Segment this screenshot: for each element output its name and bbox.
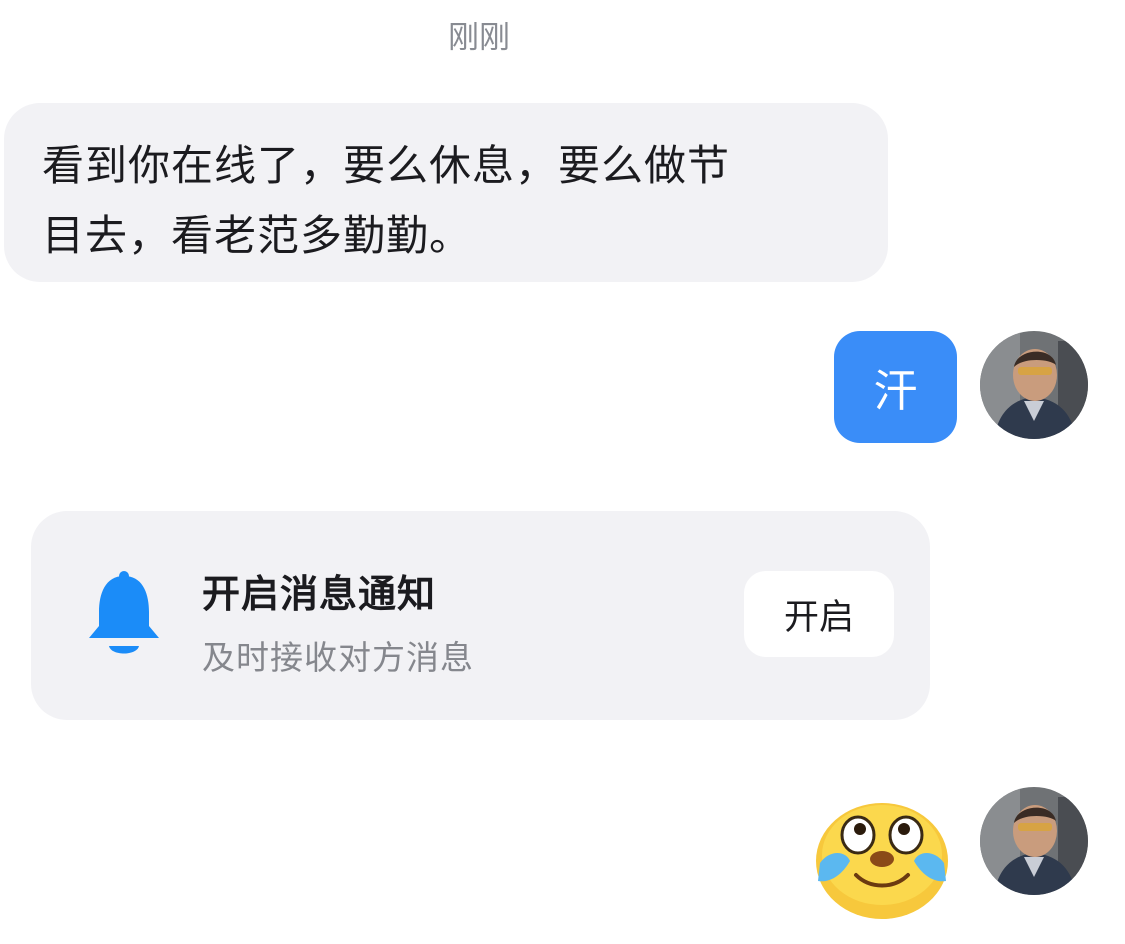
incoming-message-bubble[interactable]: 看到你在线了，要么休息，要么做节 目去，看老范多勤勤。 [4,103,888,282]
notification-title: 开启消息通知 [202,572,437,616]
outgoing-message-bubble[interactable]: 汗 [834,331,957,443]
avatar[interactable] [980,331,1088,439]
message-text: 汗 [873,366,918,417]
bell-icon [89,571,159,654]
notification-prompt-card: 开启消息通知 及时接收对方消息 开启 [31,511,930,720]
avatar[interactable] [980,787,1088,895]
user-photo [980,787,1088,895]
enable-notifications-button[interactable]: 开启 [744,571,894,657]
user-photo [980,331,1088,439]
message-line: 目去，看老范多勤勤。 [42,211,473,260]
message-timestamp: 刚刚 [448,20,510,56]
notification-subtitle: 及时接收对方消息 [202,638,474,677]
message-line: 看到你在线了，要么休息，要么做节 [42,141,731,190]
chat-screen: 刚刚 看到你在线了，要么休息，要么做节 目去，看老范多勤勤。 汗 开启消息通知 … [0,0,1125,944]
crying-laughing-emoji-sticker[interactable] [812,797,952,922]
